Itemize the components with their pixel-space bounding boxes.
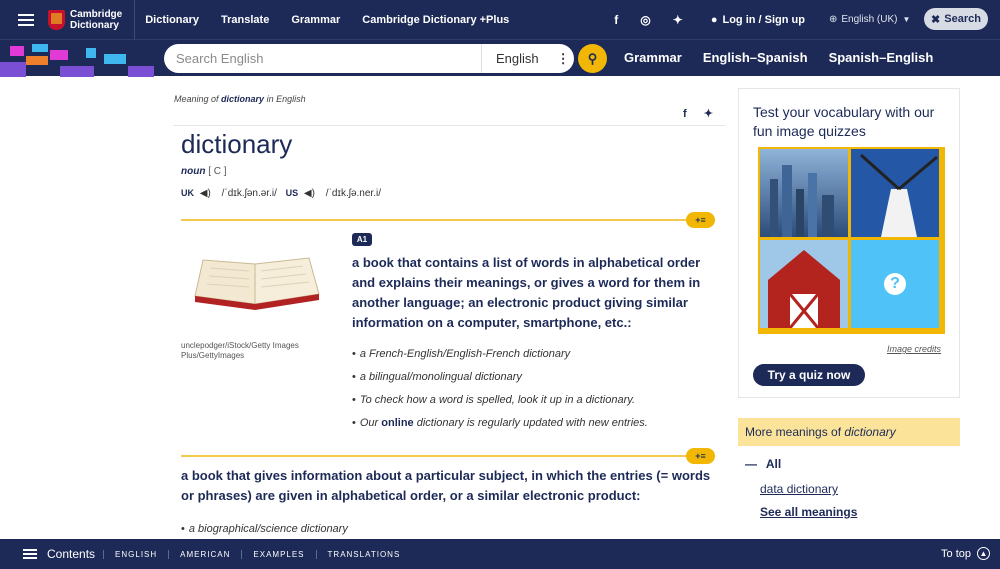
part-of-speech: noun [ C ] [181,166,227,177]
nav-plus[interactable]: Cambridge Dictionary +Plus [362,14,509,26]
login-label: Log in / Sign up [722,13,805,26]
menu-icon[interactable] [18,13,34,26]
headword: dictionary [181,129,293,159]
try-quiz-button[interactable]: Try a quiz now [753,364,865,386]
more-options-icon[interactable]: ⋮ [557,51,570,67]
image-credit: unclepodger/iStock/Getty Images Plus/Get… [181,341,299,360]
contents-menu-icon[interactable] [23,549,37,559]
share-links: f ✦ [669,107,713,120]
close-icon: ✖ [931,13,941,26]
top-navbar: Cambridge Dictionary Dictionary Translat… [0,0,1000,39]
divider [173,125,725,126]
add-to-list-button[interactable]: +≡ [686,212,715,228]
quiz-title: Test your vocabulary with our fun image … [753,104,935,139]
tab-translations[interactable]: TRANSLATIONS [315,549,412,559]
decorative-blocks [0,40,160,77]
main-nav: Dictionary Translate Grammar Cambridge D… [145,14,531,26]
quiz-image-grid[interactable]: ? [758,147,945,334]
all-meanings-toggle[interactable]: — All [745,457,781,471]
sub-nav: Grammar English–Spanish Spanish–English [624,50,954,65]
search-toggle-button[interactable]: ✖ Search [924,8,988,30]
example: • a biographical/science dictionary [181,523,348,535]
globe-icon: ⊕ [828,14,838,25]
person-icon: ● [710,13,718,26]
example: • To check how a word is spelled, look it… [352,394,636,406]
entry-content: Meaning of dictionary in English f ✦ dic… [173,76,725,539]
add-to-list-button[interactable]: +≡ [686,448,715,464]
more-meanings-header: More meanings of dictionary [738,418,960,446]
sense-divider [181,455,714,457]
facebook-icon[interactable]: f [614,13,618,27]
level-badge: A1 [352,233,372,246]
social-links: f ◎ ✦ [614,13,705,27]
instagram-icon[interactable]: ◎ [640,13,650,27]
nav-dictionary[interactable]: Dictionary [145,14,199,26]
definition: a book that gives information about a pa… [181,468,711,503]
tab-english[interactable]: ENGLISH [103,549,168,559]
cambridge-logo[interactable]: Cambridge Dictionary [48,0,136,39]
chevron-down-icon: ▼ [902,15,911,24]
language-label: English (UK) [841,14,898,25]
minus-icon: — [745,457,757,471]
speaker-icon[interactable]: ◀) [304,188,315,199]
speaker-icon[interactable]: ◀) [200,188,211,199]
logo-line2: Dictionary [70,19,119,31]
subnav-spanish-english[interactable]: Spanish–English [829,50,934,65]
example: • Our online dictionary is regularly upda… [352,417,648,429]
mystery-image: ? [851,240,939,328]
meaning-of-label: Meaning of dictionary in English [174,94,306,104]
to-top-button[interactable]: To top ▲ [941,547,990,560]
data-dictionary-link[interactable]: data dictionary [760,482,838,496]
tab-american[interactable]: AMERICAN [168,549,241,559]
nav-grammar[interactable]: Grammar [291,14,340,26]
arrow-up-icon: ▲ [977,547,990,560]
examples-list: • a French-English/English-French diction… [352,348,648,440]
facebook-share-icon[interactable]: f [683,108,687,120]
subnav-english-spanish[interactable]: English–Spanish [703,50,808,65]
contents-label[interactable]: Contents [47,547,95,561]
search-button-label: Search [944,13,981,25]
twitter-share-icon[interactable]: ✦ [704,108,713,120]
pronunciation: UK ◀) /ˈdɪk.ʃən.ər.i/ US ◀) /ˈdɪk.ʃə.ner… [181,188,381,199]
bottom-bar: Contents ENGLISH AMERICAN EXAMPLES TRANS… [0,539,1000,569]
question-icon: ? [884,273,906,295]
search-bar-row: Search English English ⋮ ⚲ Grammar Engli… [0,39,1000,77]
barn-image [760,240,848,328]
example: • a bilingual/monolingual dictionary [352,371,522,383]
subnav-grammar[interactable]: Grammar [624,50,682,65]
search-submit-button[interactable]: ⚲ [578,44,607,73]
login-link[interactable]: ● Log in / Sign up [711,14,805,26]
example: • a French-English/English-French diction… [352,348,571,360]
definition: a book that contains a list of words in … [352,255,701,330]
twitter-icon[interactable]: ✦ [673,13,683,27]
city-image [760,149,848,237]
sense-divider [181,219,714,221]
quiz-promo: Test your vocabulary with our fun image … [738,88,960,398]
nav-translate[interactable]: Translate [221,14,269,26]
search-icon: ⚲ [587,50,598,66]
logo-line1: Cambridge [70,8,123,20]
dictionary-select[interactable]: English [496,51,539,66]
book-image [194,257,320,310]
windmill-image [851,149,939,237]
image-credits-link[interactable]: Image credits [887,344,941,354]
tab-examples[interactable]: EXAMPLES [241,549,315,559]
search-input[interactable]: Search English [176,44,482,73]
crest-icon [48,9,65,30]
language-selector[interactable]: ⊕ English (UK) ▼ [829,14,910,25]
search-box: Search English English ⋮ [164,44,574,73]
see-all-meanings-link[interactable]: See all meanings [760,505,857,519]
